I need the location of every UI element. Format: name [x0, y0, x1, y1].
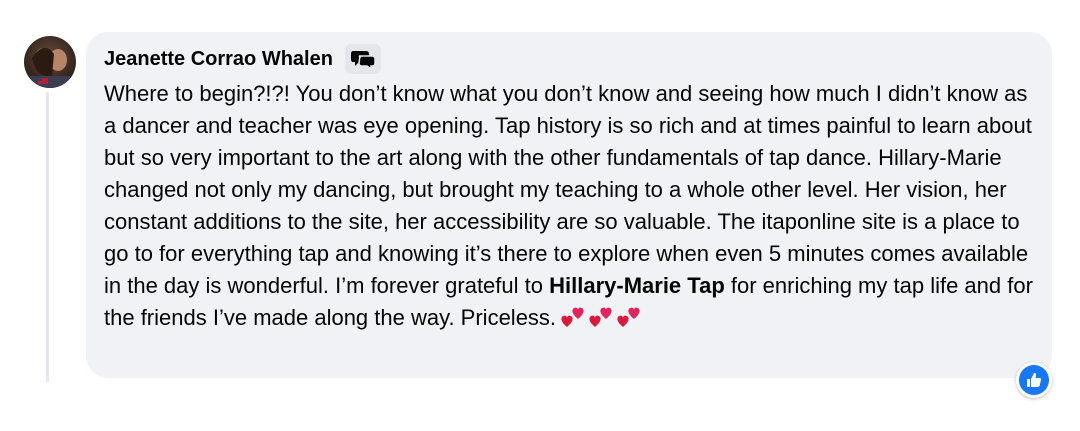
emoji-group: [560, 305, 642, 329]
comment-body: Where to begin?!?! You don’t know what y…: [104, 78, 1044, 334]
comment: Jeanette Corrao Whalen Where to begin?!?…: [0, 0, 1080, 431]
like-thumb-icon: [1019, 365, 1049, 395]
two-hearts-icon: [617, 307, 640, 327]
two-hearts-icon: [589, 307, 612, 327]
two-hearts-icon: [561, 307, 584, 327]
avatar-photo-icon: [30, 47, 70, 88]
avatar[interactable]: [24, 36, 76, 88]
speech-bubbles-icon: [350, 51, 376, 70]
top-fan-badge-icon[interactable]: [344, 44, 381, 74]
comment-text-part1: Where to begin?!?! You don’t know what y…: [104, 81, 1032, 298]
thumbs-up-icon: [1027, 372, 1042, 387]
author-name[interactable]: Jeanette Corrao Whalen: [104, 48, 333, 71]
thread-line: [46, 92, 49, 382]
author-row: Jeanette Corrao Whalen: [104, 42, 381, 76]
like-reaction-badge[interactable]: [1016, 362, 1052, 398]
mention-link[interactable]: Hillary-Marie Tap: [549, 273, 725, 298]
